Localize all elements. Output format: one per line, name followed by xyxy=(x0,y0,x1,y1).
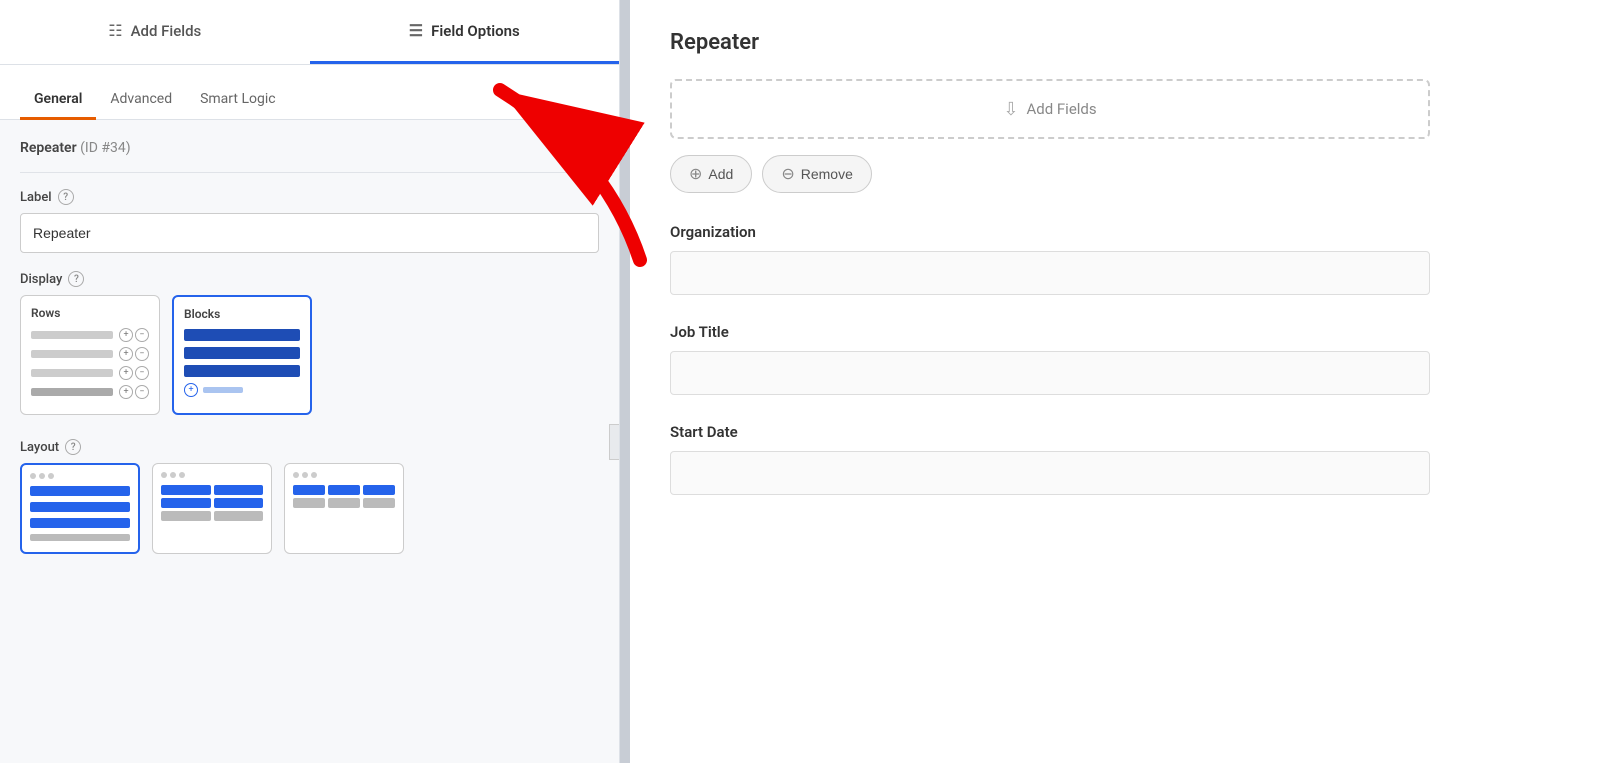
field-organization: Organization xyxy=(670,223,1430,295)
add-fields-area[interactable]: ⇩ Add Fields xyxy=(670,79,1430,139)
action-buttons: ⊕ Add ⊖ Remove xyxy=(670,155,1430,193)
display-options: Rows + − + xyxy=(20,295,599,415)
start-date-label: Start Date xyxy=(670,423,1430,441)
form-title: Repeater xyxy=(670,30,1430,55)
panel-divider xyxy=(620,0,630,763)
layout-option-2[interactable] xyxy=(152,463,272,554)
organization-label: Organization xyxy=(670,223,1430,241)
field-section-title: Repeater (ID #34) xyxy=(20,140,599,156)
tab-field-options[interactable]: ☰ Field Options xyxy=(310,0,620,64)
field-options-icon: ☰ xyxy=(409,21,423,40)
add-fields-text: Add Fields xyxy=(1026,100,1096,118)
field-options-label: Field Options xyxy=(431,22,520,40)
tab-smart-logic[interactable]: Smart Logic xyxy=(186,81,289,120)
add-fields-icon: ☷ xyxy=(108,21,122,40)
display-label-row: Display ? xyxy=(20,271,599,287)
add-icon: ⊕ xyxy=(689,164,702,184)
job-title-label: Job Title xyxy=(670,323,1430,341)
job-title-input[interactable] xyxy=(670,351,1430,395)
add-fields-label: Add Fields xyxy=(131,22,202,40)
tab-advanced[interactable]: Advanced xyxy=(96,81,186,120)
field-start-date: Start Date xyxy=(670,423,1430,495)
display-help-icon[interactable]: ? xyxy=(68,271,84,287)
tab-add-fields[interactable]: ☷ Add Fields xyxy=(0,0,310,64)
remove-button[interactable]: ⊖ Remove xyxy=(762,155,872,193)
layout-options xyxy=(20,463,599,554)
collapse-button[interactable]: ‹ xyxy=(609,424,619,460)
add-fields-download-icon: ⇩ xyxy=(1003,99,1018,120)
remove-icon: ⊖ xyxy=(781,164,794,184)
display-section: Display ? Rows + − xyxy=(20,271,599,415)
layout-label-row: Layout ? xyxy=(20,439,599,455)
layout-help-icon[interactable]: ? xyxy=(65,439,81,455)
top-tabs: ☷ Add Fields ☰ Field Options xyxy=(0,0,619,65)
add-button[interactable]: ⊕ Add xyxy=(670,155,752,193)
layout-option-1[interactable] xyxy=(20,463,140,554)
layout-section: Layout ? xyxy=(20,439,599,554)
tab-general[interactable]: General xyxy=(20,81,96,120)
label-row: Label ? xyxy=(20,189,599,205)
display-option-blocks[interactable]: Blocks + xyxy=(172,295,312,415)
label-input[interactable] xyxy=(20,213,599,253)
blocks-preview: + xyxy=(184,329,300,397)
right-panel: Repeater ⇩ Add Fields ⊕ Add ⊖ Remove Org… xyxy=(630,0,1600,763)
panel-content: Repeater (ID #34) Label ? Display ? Rows xyxy=(0,120,619,763)
display-option-rows[interactable]: Rows + − + xyxy=(20,295,160,415)
start-date-input[interactable] xyxy=(670,451,1430,495)
organization-input[interactable] xyxy=(670,251,1430,295)
rows-preview: + − + − xyxy=(31,328,149,399)
layout-option-3[interactable] xyxy=(284,463,404,554)
left-panel: ☷ Add Fields ☰ Field Options General Adv… xyxy=(0,0,620,763)
sub-tabs: General Advanced Smart Logic xyxy=(0,65,619,120)
label-help-icon[interactable]: ? xyxy=(58,189,74,205)
field-job-title: Job Title xyxy=(670,323,1430,395)
